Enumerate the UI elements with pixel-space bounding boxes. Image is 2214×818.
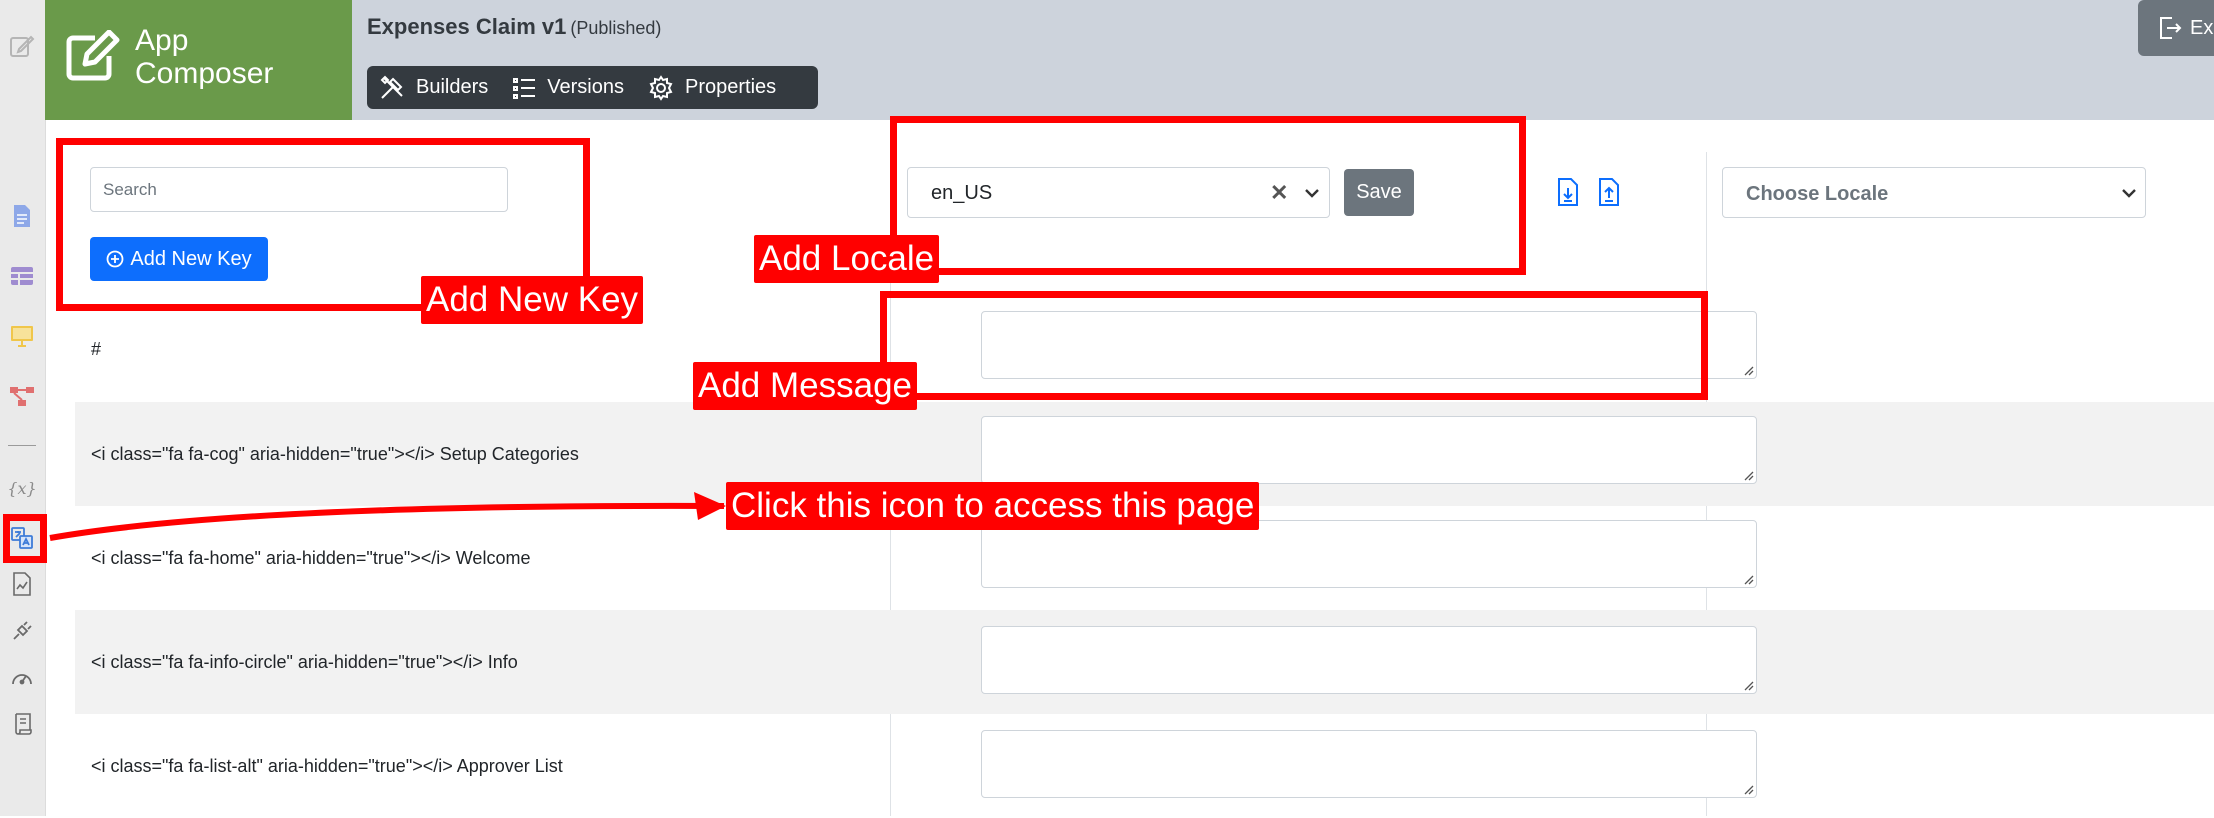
message-textarea[interactable] [981,730,1757,798]
workflow-icon[interactable] [8,382,36,410]
annotation-label-add-locale: Add Locale [754,235,940,283]
edit-icon[interactable] [8,32,36,60]
tab-builders-label: Builders [416,76,489,98]
annotation-label-add-new-key: Add New Key [421,276,644,324]
row-key: <i class="fa fa-cog" aria-hidden="true">… [91,444,579,464]
resize-grip-icon [1744,575,1754,585]
choose-locale-placeholder: Choose Locale [1746,183,1889,205]
rail-separator [8,445,36,446]
top-bar: Expenses Claim v1 (Published) Builders Ve… [352,0,2214,120]
tools-icon [380,75,403,99]
resize-grip-icon [1744,681,1754,691]
plugin-icon[interactable] [8,617,36,645]
chevron-down-icon[interactable] [2121,186,2137,205]
variable-icon[interactable]: {x} [7,474,36,502]
report-icon[interactable] [8,570,36,598]
key-column-header: # [91,339,102,359]
exit-button[interactable]: Exit [2138,0,2214,56]
annotation-box-add-message [880,291,1708,400]
app-status: (Published) [570,18,662,38]
tab-properties-label: Properties [684,76,777,98]
table-row: <i class="fa fa-info-circle" aria-hidden… [75,610,2214,714]
annotation-arrow [49,492,726,541]
choose-locale-select[interactable]: Choose Locale [1722,167,2146,218]
row-key: <i class="fa fa-info-circle" aria-hidden… [91,652,518,672]
app-title-text: Expenses Claim v1 [367,14,567,39]
dashboard-icon[interactable] [8,664,36,692]
table-icon[interactable] [8,262,36,290]
resize-grip-icon [1744,471,1754,481]
message-textarea[interactable] [981,626,1757,694]
table-row: <i class="fa fa-list-alt" aria-hidden="t… [75,714,2214,818]
brand-line2: Composer [135,57,274,90]
monitor-icon[interactable] [8,322,36,350]
row-key: <i class="fa fa-list-alt" aria-hidden="t… [91,756,563,776]
tab-builders[interactable]: Builders [367,66,500,109]
tab-versions[interactable]: Versions [500,66,636,109]
tab-versions-label: Versions [547,76,624,98]
resize-grip-icon [1744,366,1754,376]
message-textarea[interactable] [981,520,1757,588]
gear-icon [649,74,673,101]
annotation-box-add-locale [890,116,1526,275]
exit-label: Exit [2190,16,2214,39]
file-icon[interactable] [8,202,36,230]
resize-grip-icon [1744,785,1754,795]
left-rail: {x} [0,0,46,816]
app-title: Expenses Claim v1 (Published) [367,14,661,40]
exit-icon [2160,17,2182,39]
builder-tabs: Builders Versions Properties [367,66,818,109]
download-icon[interactable] [1557,178,1579,211]
tab-properties[interactable]: Properties [636,66,788,109]
upload-icon[interactable] [1598,178,1620,211]
list-icon [513,77,536,99]
brand-line1: App [135,24,189,57]
scroll-icon[interactable] [8,710,36,738]
message-textarea[interactable] [981,416,1757,484]
app-composer-brand[interactable]: App Composer [45,0,352,120]
annotation-label-add-message: Add Message [693,362,918,410]
annotation-label-click-icon: Click this icon to access this page [726,482,1260,530]
edit-icon [65,29,121,87]
annotation-box-rail-icon [3,514,47,563]
brand-name: App Composer [135,24,273,90]
